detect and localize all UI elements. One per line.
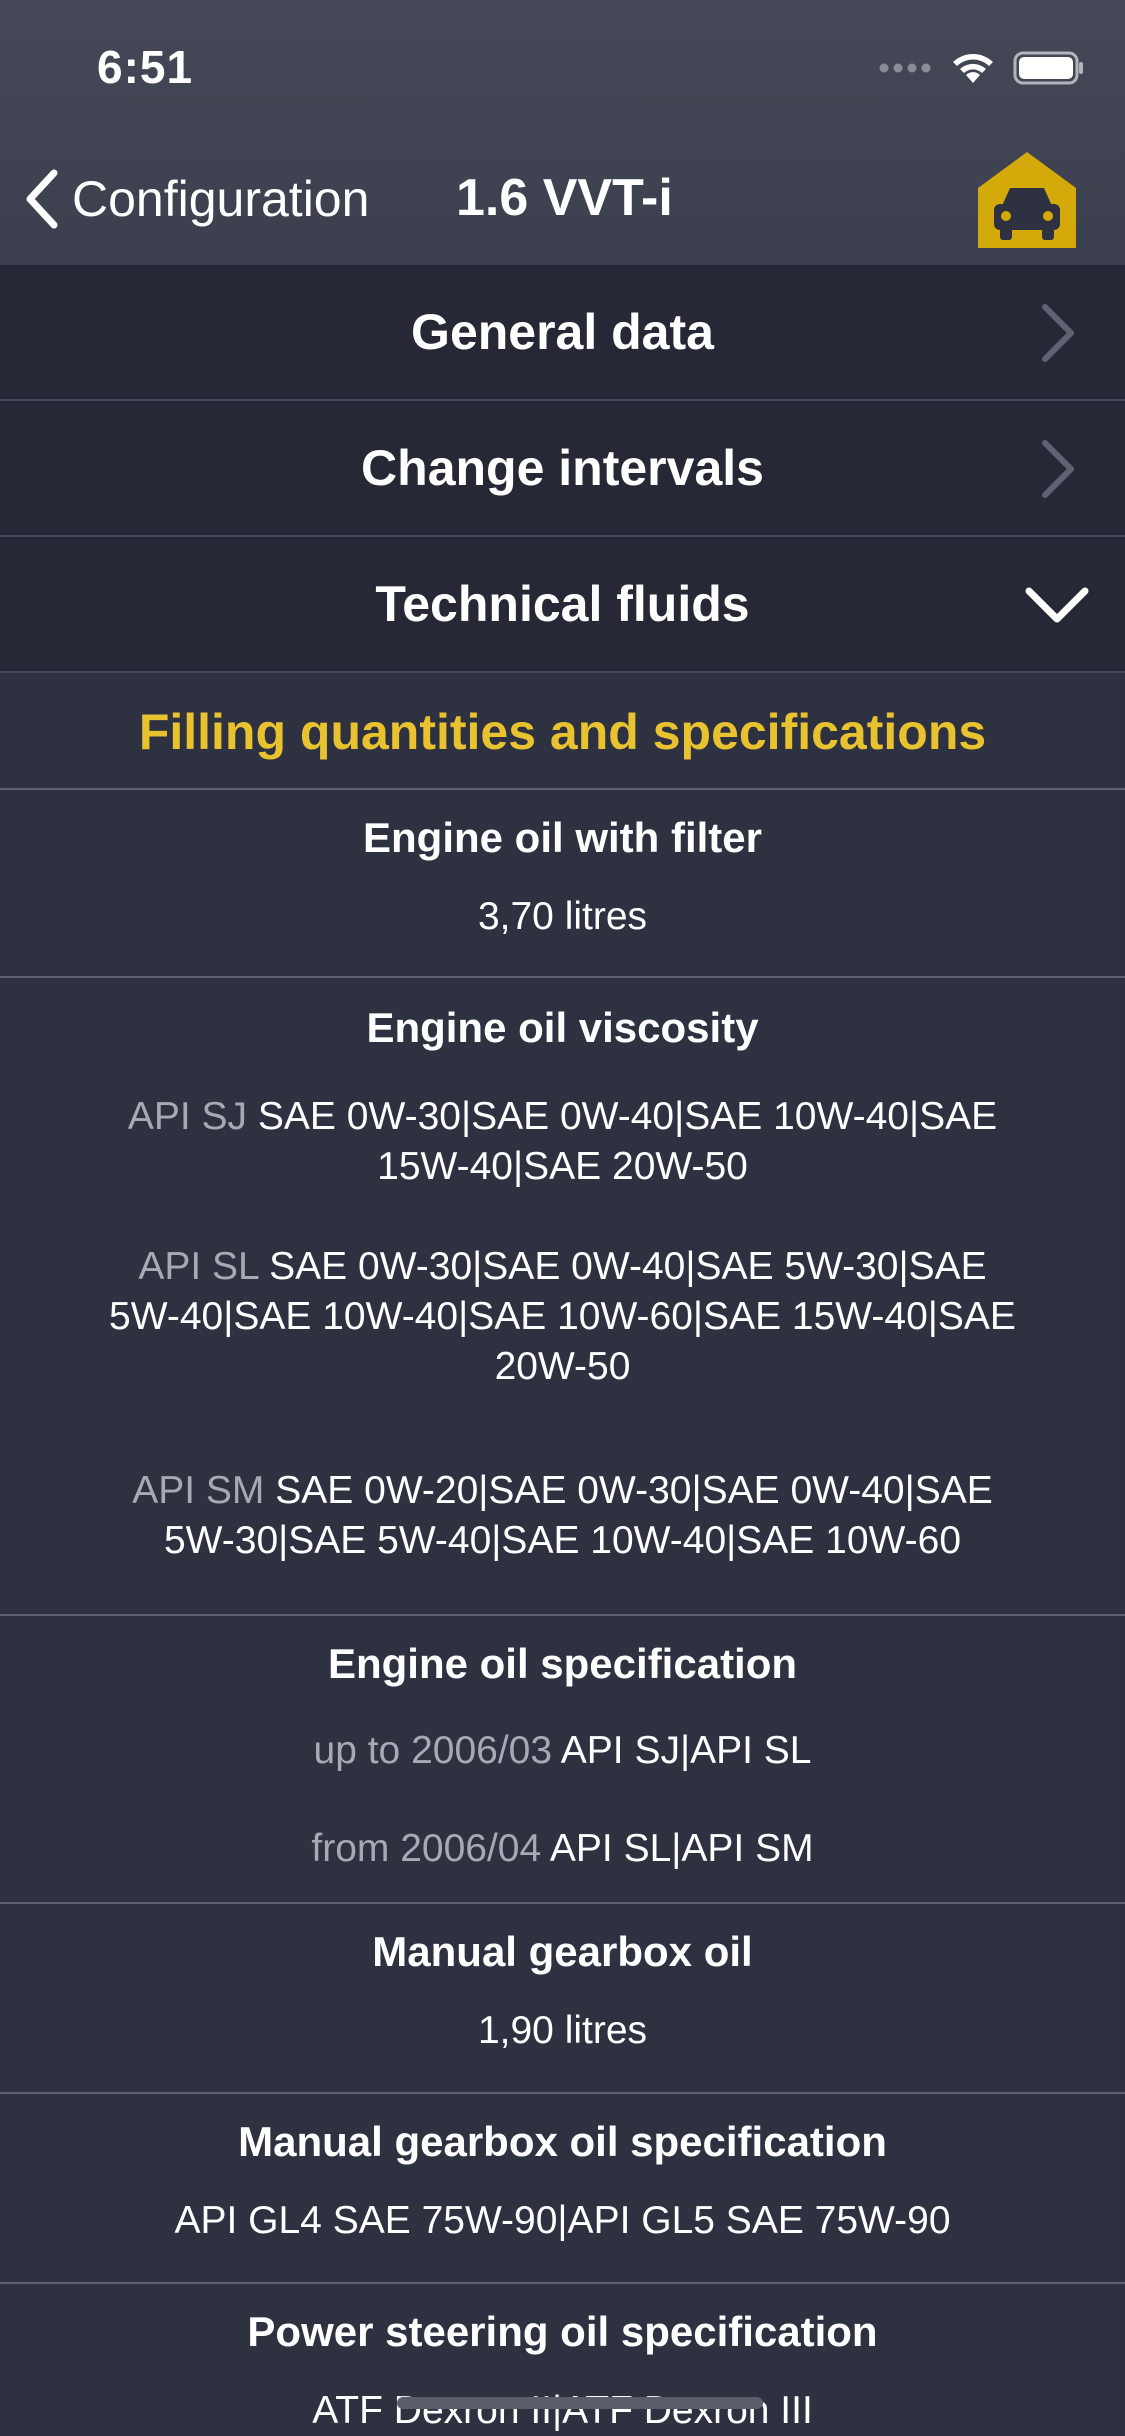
entry-prefix: API SJ	[127, 1095, 248, 1138]
section-label: General data	[411, 304, 714, 360]
item-title: Engine oil specification	[327, 1640, 798, 1687]
item-title: Power steering oil specification	[247, 2308, 878, 2355]
item-engine-oil-specification: Engine oil specification up to 2006/03 A…	[0, 1616, 1125, 1904]
chevron-right-icon	[1042, 304, 1074, 362]
spec-entry-up-to-2006: up to 2006/03 API SJ|API SL	[50, 1726, 1075, 1776]
viscosity-entry-api-sm-cont: 5W-30|SAE 5W-40|SAE 10W-40|SAE 10W-60	[163, 1519, 962, 1562]
item-title: Engine oil viscosity	[366, 1004, 759, 1051]
entry-value: SAE 0W-20|SAE 0W-30|SAE 0W-40|SAE	[275, 1469, 993, 1512]
chevron-left-icon	[26, 169, 58, 229]
cellular-signal-icon	[879, 63, 931, 73]
item-value: 3,70 litres	[477, 895, 648, 938]
section-general-data[interactable]: General data	[0, 265, 1125, 401]
section-change-intervals[interactable]: Change intervals	[0, 401, 1125, 537]
back-button[interactable]: Configuration	[22, 162, 369, 236]
entry-value: API SL|API SM	[549, 1827, 814, 1870]
battery-icon	[1013, 51, 1083, 85]
item-power-steering-specification: Power steering oil specification ATF Dex…	[0, 2284, 1125, 2436]
home-indicator[interactable]	[397, 2397, 763, 2409]
section-label: Technical fluids	[375, 576, 750, 632]
spec-entry-from-2006: from 2006/04 API SL|API SM	[50, 1824, 1075, 1874]
viscosity-entry-api-sl: API SL SAE 0W-30|SAE 0W-40|SAE 5W-30|SAE	[50, 1242, 1075, 1292]
viscosity-entry-api-sj: API SJ SAE 0W-30|SAE 0W-40|SAE 10W-40|SA…	[50, 1092, 1075, 1142]
page-title: 1.6 VVT-i	[456, 169, 673, 227]
entry-prefix: up to 2006/03	[313, 1729, 553, 1772]
filling-quantities-header: Filling quantities and specifications	[0, 676, 1125, 790]
wifi-icon	[953, 54, 993, 83]
item-engine-oil-filter: Engine oil with filter 3,70 litres	[0, 790, 1125, 978]
status-time: 6:51	[97, 41, 194, 93]
viscosity-entry-api-sl-cont2: 20W-50	[494, 1345, 631, 1388]
chevron-down-icon	[1025, 587, 1089, 623]
item-manual-gearbox-specification: Manual gearbox oil specification API GL4…	[0, 2094, 1125, 2284]
item-manual-gearbox-oil: Manual gearbox oil 1,90 litres	[0, 1904, 1125, 2094]
back-label: Configuration	[72, 171, 370, 227]
item-value: ATF Dexron II|ATF Dexron III	[312, 2389, 813, 2432]
entry-prefix: API SL	[138, 1245, 259, 1288]
garage-button[interactable]	[976, 150, 1078, 248]
item-value: API GL4 SAE 75W-90|API GL5 SAE 75W-90	[174, 2199, 951, 2242]
entry-value: SAE 0W-30|SAE 0W-40|SAE 10W-40|SAE	[257, 1095, 998, 1138]
section-label: Change intervals	[361, 440, 764, 496]
viscosity-entry-api-sm: API SM SAE 0W-20|SAE 0W-30|SAE 0W-40|SAE	[50, 1466, 1075, 1516]
viscosity-entry-api-sl-cont: 5W-40|SAE 10W-40|SAE 10W-60|SAE 15W-40|S…	[109, 1295, 1016, 1338]
item-title: Manual gearbox oil specification	[238, 2118, 887, 2165]
viscosity-entry-api-sj-cont: 15W-40|SAE 20W-50	[377, 1145, 748, 1188]
item-title: Engine oil with filter	[363, 814, 762, 861]
entry-value: SAE 0W-30|SAE 0W-40|SAE 5W-30|SAE	[269, 1245, 987, 1288]
top-bar: 6:51 Configuration 1.6 VVT-i	[0, 0, 1125, 265]
garage-car-icon	[978, 152, 1076, 248]
status-icons	[879, 48, 1085, 88]
chevron-right-icon	[1042, 440, 1074, 498]
entry-value: API SJ|API SL	[560, 1729, 812, 1772]
item-engine-oil-viscosity: Engine oil viscosity API SJ SAE 0W-30|SA…	[0, 978, 1125, 1616]
section-technical-fluids[interactable]: Technical fluids	[0, 537, 1125, 673]
entry-prefix: API SM	[132, 1469, 265, 1512]
item-value: 1,90 litres	[477, 2009, 648, 2052]
navigation-bar: Configuration 1.6 VVT-i	[0, 150, 1125, 250]
screen: 6:51 Configuration 1.6 VVT-i General dat…	[0, 0, 1125, 2436]
item-title: Manual gearbox oil	[372, 1928, 753, 1975]
entry-prefix: from 2006/04	[311, 1827, 542, 1870]
